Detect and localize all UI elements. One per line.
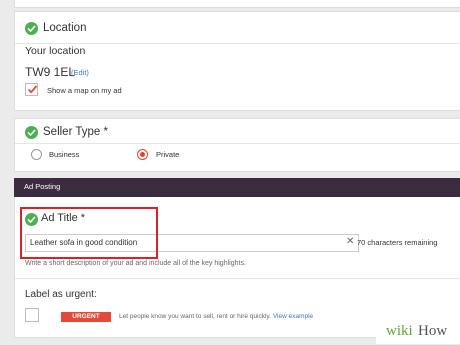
check-icon	[25, 22, 38, 35]
radio-business[interactable]	[31, 149, 42, 160]
show-map-label: Show a map on my ad	[47, 86, 122, 95]
divider	[15, 278, 460, 279]
wikihow-watermark: wiki How	[376, 322, 460, 344]
ad-title-help-text: Write a short description of your ad and…	[25, 260, 246, 267]
divider	[15, 43, 460, 44]
ad-title-card: Ad Title * Leather sofa in good conditio…	[14, 197, 460, 338]
wikihow-logo-prefix: wiki	[386, 323, 413, 339]
highlight-box	[20, 207, 158, 259]
wikihow-logo-suffix: How	[418, 323, 448, 339]
urgent-badge-label: URGENT	[72, 313, 100, 320]
edit-location-link[interactable]: (Edit)	[71, 68, 89, 77]
clear-input-icon[interactable]: ✕	[346, 236, 354, 247]
postcode: TW9 1EL	[25, 65, 76, 79]
urgent-description-text: Let people know you want to sell, rent o…	[119, 313, 271, 320]
urgent-description: Let people know you want to sell, rent o…	[119, 313, 313, 320]
check-icon	[25, 126, 38, 139]
radio-business-label: Business	[49, 150, 80, 159]
view-example-link[interactable]: View example	[273, 313, 313, 320]
location-title: Location	[43, 22, 87, 34]
characters-remaining: 70 characters remaining	[357, 238, 438, 247]
your-location-label: Your location	[25, 45, 86, 57]
location-card: Location Your location TW9 1EL (Edit) Sh…	[14, 11, 460, 111]
radio-private-label: Private	[156, 150, 180, 159]
divider	[15, 143, 460, 144]
show-map-checkbox[interactable]	[25, 83, 38, 96]
urgent-checkbox[interactable]	[25, 308, 39, 322]
ad-posting-title: Ad Posting	[24, 182, 61, 191]
previous-section-card	[14, 0, 460, 8]
ad-posting-header: Ad Posting	[14, 178, 460, 197]
urgent-badge: URGENT	[61, 312, 111, 322]
seller-type-title: Seller Type *	[43, 126, 108, 138]
checkmark-icon	[27, 85, 38, 94]
seller-type-card: Seller Type * Business Private	[14, 118, 460, 172]
radio-private[interactable]	[137, 149, 148, 160]
urgent-title: Label as urgent:	[25, 289, 97, 300]
